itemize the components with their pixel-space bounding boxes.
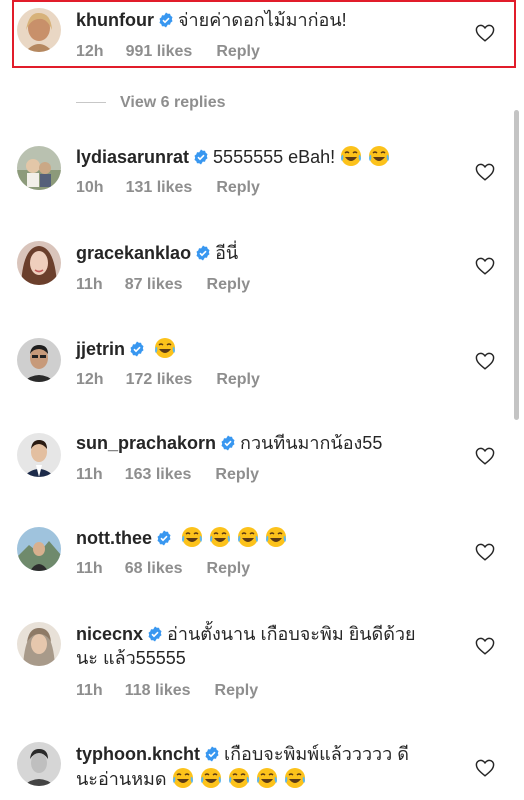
- heart-icon[interactable]: [475, 257, 495, 275]
- username[interactable]: gracekanklao: [76, 243, 191, 263]
- username[interactable]: typhoon.kncht: [76, 744, 200, 764]
- face-with-tears-of-joy-icon: [339, 144, 363, 168]
- username[interactable]: khunfour: [76, 10, 154, 30]
- comment-line: lydiasarunrat 5555555 eBah!: [76, 144, 468, 169]
- heart-icon[interactable]: [475, 352, 495, 370]
- comment-item: nott.thee 11h 68 likes Reply: [0, 525, 524, 585]
- reply-button[interactable]: Reply: [216, 371, 260, 388]
- likes-count[interactable]: 68 likes: [125, 560, 183, 577]
- divider: [76, 102, 106, 104]
- face-with-tears-of-joy-icon: [153, 336, 177, 360]
- reply-button[interactable]: Reply: [216, 43, 260, 60]
- likes-count[interactable]: 131 likes: [126, 179, 193, 196]
- face-with-tears-of-joy-icon: [227, 766, 251, 790]
- avatar[interactable]: [17, 433, 61, 477]
- face-with-tears-of-joy-icon: [255, 766, 279, 790]
- username[interactable]: nott.thee: [76, 528, 152, 548]
- view-replies-button[interactable]: View 6 replies: [76, 94, 226, 114]
- avatar[interactable]: [17, 622, 61, 666]
- comment-time: 12h: [76, 43, 104, 60]
- verified-badge-icon: [147, 626, 163, 642]
- avatar[interactable]: [17, 146, 61, 190]
- comment-text-continued: นะ แล้ว55555: [76, 648, 186, 668]
- verified-badge-icon: [195, 245, 211, 261]
- comment-item: gracekanklao อีนี่ 11h 87 likes Reply: [0, 241, 524, 301]
- likes-count[interactable]: 172 likes: [126, 371, 193, 388]
- comment-line: khunfour จ่ายค่าดอกไม้มาก่อน!: [76, 8, 468, 32]
- comment-line: sun_prachakorn กวนทีนมากน้อง55: [76, 431, 468, 455]
- verified-badge-icon: [156, 530, 172, 546]
- comment-meta: 11h 163 likes Reply: [76, 466, 281, 484]
- comment-item: nicecnx อ่านตั้งนาน เกือบจะพิม ยินดีด้วยน…: [0, 622, 524, 707]
- username[interactable]: nicecnx: [76, 624, 143, 644]
- reply-button[interactable]: Reply: [216, 179, 260, 196]
- comment-time: 11h: [76, 560, 103, 577]
- verified-badge-icon: [193, 149, 209, 165]
- comment-meta: 11h 68 likes Reply: [76, 560, 272, 578]
- reply-button[interactable]: Reply: [207, 276, 251, 293]
- avatar[interactable]: [17, 338, 61, 382]
- face-with-tears-of-joy-icon: [180, 525, 204, 549]
- comment-line: gracekanklao อีนี่: [76, 241, 468, 265]
- likes-count[interactable]: 163 likes: [125, 466, 192, 483]
- comment-meta: 12h 172 likes Reply: [76, 371, 282, 389]
- comment-time: 10h: [76, 179, 104, 196]
- avatar[interactable]: [17, 742, 61, 786]
- comment-line: nicecnx อ่านตั้งนาน เกือบจะพิม ยินดีด้วยน…: [76, 622, 468, 670]
- username[interactable]: jjetrin: [76, 339, 125, 359]
- comment-meta: 10h 131 likes Reply: [76, 179, 282, 197]
- comment-text-continued: นะอ่านหมด: [76, 769, 167, 789]
- verified-badge-icon: [129, 341, 145, 357]
- face-with-tears-of-joy-icon: [264, 525, 288, 549]
- comment-item: typhoon.kncht เกือบจะพิมพ์แล้ววววว ดีนะอ่…: [0, 742, 524, 800]
- comment-time: 11h: [76, 682, 103, 699]
- heart-icon[interactable]: [475, 447, 495, 465]
- comment-item: khunfour จ่ายค่าดอกไม้มาก่อน! 12h 991 like…: [0, 8, 524, 68]
- comment-meta: 12h 991 likes Reply: [76, 43, 282, 61]
- comment-meta: 11h 87 likes Reply: [76, 276, 272, 294]
- face-with-tears-of-joy-icon: [236, 525, 260, 549]
- username[interactable]: lydiasarunrat: [76, 147, 189, 167]
- comment-time: 11h: [76, 276, 103, 293]
- comment-time: 12h: [76, 371, 104, 388]
- face-with-tears-of-joy-icon: [208, 525, 232, 549]
- heart-icon[interactable]: [475, 637, 495, 655]
- likes-count[interactable]: 991 likes: [126, 43, 193, 60]
- comment-text: อีนี่: [215, 243, 239, 263]
- comment-line: nott.thee: [76, 525, 468, 550]
- reply-button[interactable]: Reply: [207, 560, 251, 577]
- likes-count[interactable]: 87 likes: [125, 276, 183, 293]
- face-with-tears-of-joy-icon: [367, 144, 391, 168]
- reply-button[interactable]: Reply: [215, 682, 259, 699]
- comment-text: จ่ายค่าดอกไม้มาก่อน!: [178, 10, 347, 30]
- heart-icon[interactable]: [475, 163, 495, 181]
- face-with-tears-of-joy-icon: [199, 766, 223, 790]
- comment-meta: 11h 118 likes Reply: [76, 682, 280, 700]
- comment-text: กวนทีนมากน้อง55: [240, 433, 383, 453]
- likes-count[interactable]: 118 likes: [125, 682, 191, 699]
- heart-icon[interactable]: [475, 759, 495, 777]
- verified-badge-icon: [220, 435, 236, 451]
- comment-item: sun_prachakorn กวนทีนมากน้อง55 11h 163 lik…: [0, 431, 524, 491]
- comment-text: อ่านตั้งนาน เกือบจะพิม ยินดีด้วย: [167, 624, 416, 644]
- username[interactable]: sun_prachakorn: [76, 433, 216, 453]
- comment-text: เกือบจะพิมพ์แล้ววววว ดี: [224, 744, 409, 764]
- avatar[interactable]: [17, 241, 61, 285]
- comment-text: 5555555 eBah!: [213, 147, 336, 167]
- heart-icon[interactable]: [475, 24, 495, 42]
- view-replies-label[interactable]: View 6 replies: [120, 94, 226, 111]
- comment-item: lydiasarunrat 5555555 eBah! 10h 131 likes R…: [0, 144, 524, 204]
- comment-time: 11h: [76, 466, 103, 483]
- avatar[interactable]: [17, 527, 61, 571]
- verified-badge-icon: [158, 12, 174, 28]
- verified-badge-icon: [204, 746, 220, 762]
- face-with-tears-of-joy-icon: [283, 766, 307, 790]
- comment-line: jjetrin: [76, 336, 468, 361]
- reply-button[interactable]: Reply: [215, 466, 259, 483]
- heart-icon[interactable]: [475, 543, 495, 561]
- avatar[interactable]: [17, 8, 61, 52]
- face-with-tears-of-joy-icon: [171, 766, 195, 790]
- comment-item: jjetrin 12h 172 likes Reply: [0, 336, 524, 396]
- comment-line: typhoon.kncht เกือบจะพิมพ์แล้ววววว ดีนะอ่…: [76, 742, 468, 791]
